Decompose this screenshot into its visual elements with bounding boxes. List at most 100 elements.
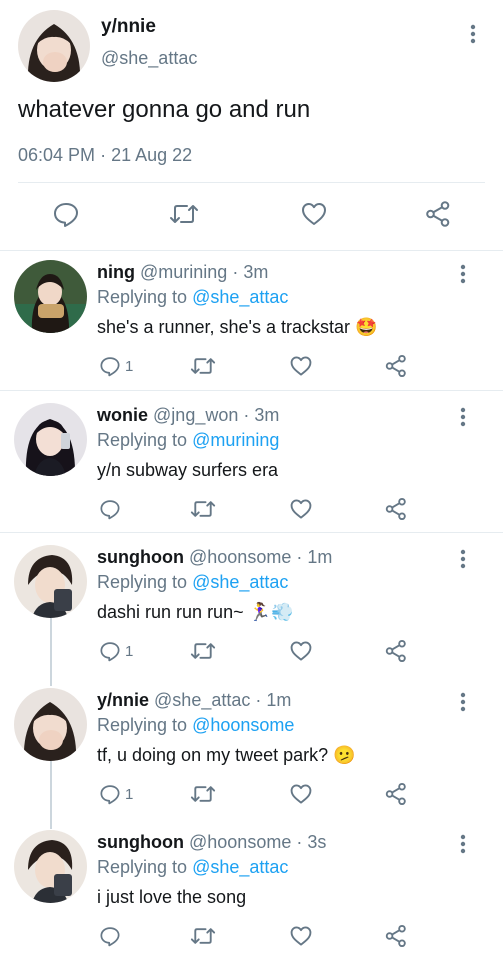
share-icon[interactable] [422, 198, 454, 230]
author-handle[interactable]: @murining · 3m [140, 262, 268, 282]
heart-icon[interactable] [289, 495, 313, 523]
more-vertical-icon[interactable] [453, 260, 473, 288]
reply-text: she's a runner, she's a trackstar 🤩 [97, 317, 378, 337]
reply-icon[interactable] [50, 198, 82, 230]
divider [0, 532, 503, 533]
avatar[interactable] [14, 260, 87, 333]
more-vertical-icon[interactable] [453, 830, 473, 858]
replying-label: Replying to [97, 715, 188, 735]
avatar[interactable] [14, 403, 87, 476]
retweet-icon[interactable] [190, 495, 216, 523]
reply-header: sunghoon @hoonsome · 1m [97, 547, 332, 568]
reply-count: 1 [125, 785, 134, 803]
tweet-text: whatever gonna go and run [18, 96, 311, 123]
author-name[interactable]: sunghoon [97, 832, 184, 852]
author-handle[interactable]: @hoonsome · 1m [189, 547, 332, 567]
replying-to: Replying to @murining [97, 430, 279, 451]
reply-icon [100, 642, 120, 662]
avatar[interactable] [14, 545, 87, 618]
retweet-icon[interactable] [190, 352, 216, 380]
more-vertical-icon[interactable] [453, 545, 473, 573]
replying-label: Replying to [97, 857, 188, 877]
author-name[interactable]: y/nnie [101, 16, 156, 38]
replying-label: Replying to [97, 287, 188, 307]
reply-text: tf, u doing on my tweet park? 🫤 [97, 745, 356, 765]
reply-tweet[interactable]: sunghoon @hoonsome · 1m Replying to @she… [0, 545, 503, 670]
heart-icon[interactable] [298, 198, 330, 230]
replying-to: Replying to @she_attac [97, 287, 288, 308]
reply-header: wonie @jng_won · 3m [97, 405, 279, 426]
reply-count: 1 [125, 642, 134, 660]
reply-tweet[interactable]: y/nnie @she_attac · 1m Replying to @hoon… [0, 688, 503, 813]
share-icon[interactable] [384, 352, 408, 380]
reply-button[interactable]: 1 [99, 352, 133, 380]
tweet-timestamp: 06:04 PM · 21 Aug 22 [18, 145, 192, 166]
reply-actions: 1 [0, 780, 503, 808]
date-separator: · [100, 145, 107, 165]
more-vertical-icon[interactable] [453, 403, 473, 431]
retweet-icon[interactable] [190, 637, 216, 665]
avatar[interactable] [14, 830, 87, 903]
heart-icon[interactable] [289, 352, 313, 380]
author-name[interactable]: y/nnie [97, 690, 149, 710]
replying-to-link[interactable]: @she_attac [192, 857, 288, 877]
replying-to: Replying to @hoonsome [97, 715, 294, 736]
reply-actions: 1 [0, 352, 503, 380]
reply-icon [100, 357, 120, 377]
reply-tweet[interactable]: wonie @jng_won · 3m Replying to @murinin… [0, 403, 503, 528]
author-name[interactable]: sunghoon [97, 547, 184, 567]
more-vertical-icon[interactable] [463, 20, 483, 48]
author-name[interactable]: wonie [97, 405, 148, 425]
author-handle[interactable]: @she_attac · 1m [154, 690, 291, 710]
reply-tweet[interactable]: sunghoon @hoonsome · 3s Replying to @she… [0, 830, 503, 955]
replying-to-link[interactable]: @murining [192, 430, 279, 450]
replying-label: Replying to [97, 572, 188, 592]
author-handle[interactable]: @jng_won · 3m [153, 405, 279, 425]
reply-text: i just love the song [97, 887, 247, 907]
reply-actions [0, 495, 503, 523]
reply-tweet[interactable]: ning @murining · 3m Replying to @she_att… [0, 260, 503, 385]
tweet-time: 06:04 PM [18, 145, 96, 165]
author-handle[interactable]: @she_attac [101, 48, 197, 69]
retweet-icon[interactable] [190, 780, 216, 808]
replying-label: Replying to [97, 430, 188, 450]
divider [0, 250, 503, 251]
reply-count: 1 [125, 357, 134, 375]
reply-button[interactable]: 1 [99, 780, 133, 808]
reply-header: y/nnie @she_attac · 1m [97, 690, 291, 711]
reply-header: sunghoon @hoonsome · 3s [97, 832, 326, 853]
replying-to-link[interactable]: @hoonsome [192, 715, 294, 735]
share-icon[interactable] [384, 922, 408, 950]
heart-icon[interactable] [289, 780, 313, 808]
main-tweet: y/nnie @she_attac whatever gonna go and … [0, 0, 503, 250]
reply-text: dashi run run run~ 🏃‍♀️💨 [97, 602, 294, 622]
share-icon[interactable] [384, 780, 408, 808]
replying-to: Replying to @she_attac [97, 857, 288, 878]
tweet-date: 21 Aug 22 [111, 145, 193, 165]
reply-text: y/n subway surfers era [97, 460, 279, 480]
share-icon[interactable] [384, 495, 408, 523]
reply-actions [0, 922, 503, 950]
replying-to: Replying to @she_attac [97, 572, 288, 593]
author-name[interactable]: ning [97, 262, 135, 282]
reply-button[interactable] [99, 495, 125, 523]
retweet-icon[interactable] [168, 198, 200, 230]
reply-button[interactable]: 1 [99, 637, 133, 665]
divider [0, 390, 503, 391]
share-icon[interactable] [384, 637, 408, 665]
replying-to-link[interactable]: @she_attac [192, 287, 288, 307]
reply-button[interactable] [99, 922, 125, 950]
replying-to-link[interactable]: @she_attac [192, 572, 288, 592]
reply-header: ning @murining · 3m [97, 262, 268, 283]
divider [18, 182, 485, 183]
avatar[interactable] [18, 10, 90, 82]
author-handle[interactable]: @hoonsome · 3s [189, 832, 326, 852]
reply-icon [100, 500, 120, 520]
reply-icon [100, 927, 120, 947]
reply-icon [100, 785, 120, 805]
heart-icon[interactable] [289, 637, 313, 665]
more-vertical-icon[interactable] [453, 688, 473, 716]
heart-icon[interactable] [289, 922, 313, 950]
retweet-icon[interactable] [190, 922, 216, 950]
avatar[interactable] [14, 688, 87, 761]
